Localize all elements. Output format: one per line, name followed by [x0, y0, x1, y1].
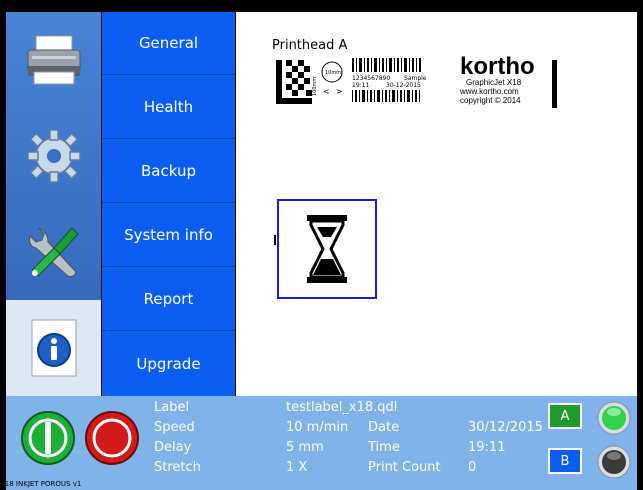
stretch-key: Stretch: [154, 460, 201, 475]
brand-logo: kortho: [460, 53, 535, 80]
info-icon: [31, 319, 76, 377]
printer-icon: [27, 35, 80, 85]
start-button[interactable]: [20, 410, 76, 466]
menu-item-upgrade[interactable]: Upgrade: [102, 332, 235, 395]
menu-item-system-info[interactable]: System info: [102, 204, 235, 267]
speed-value: 10 m/min: [286, 420, 349, 435]
date-value: 30/12/2015: [468, 420, 543, 435]
label-key: Label: [154, 400, 190, 415]
brand-block: kortho GraphicJet X18 www.kortho.com cop…: [460, 53, 560, 112]
footer-caption: X18 INKJET POROUS v1: [0, 480, 82, 488]
delay-key: Delay: [154, 440, 192, 455]
menu-item-health[interactable]: Health: [102, 76, 235, 139]
barcode-bottom: [352, 90, 420, 102]
preview-sample: Sample: [404, 75, 427, 82]
time-value: 19:11: [468, 440, 506, 455]
date-key: Date: [368, 420, 400, 435]
brand-bar: [552, 60, 557, 108]
hourglass-icon: [307, 215, 347, 283]
icon-rail: [6, 12, 101, 396]
menu-item-backup[interactable]: Backup: [102, 140, 235, 203]
label-value: testlabel_x18.qdl: [286, 400, 398, 415]
tools-icon: [28, 227, 79, 277]
preview-time: 19:11: [352, 82, 369, 89]
label-preview: 100mm 10mm < > 1234567890 Sample 19:11 3…: [276, 58, 427, 104]
menu-item-general[interactable]: General: [102, 12, 235, 75]
print-count-key: Print Count: [368, 460, 441, 475]
gear-icon: [26, 129, 81, 183]
barcode-top: [352, 58, 421, 72]
preview-date: 30-12-2015: [386, 82, 421, 89]
arrow-left-glyph: <: [323, 87, 330, 96]
datamatrix-code: [276, 60, 312, 104]
content-panel: Printhead A 100mm 10mm < > 1234567890 Sa…: [236, 12, 637, 396]
menu-label: Upgrade: [136, 354, 201, 373]
brand-line2: www.kortho.com: [460, 87, 519, 96]
rail-item-printer[interactable]: [6, 12, 101, 108]
circle-dimension: 10mm: [325, 70, 341, 76]
vertical-dimension: 100mm: [312, 77, 318, 96]
rail-item-settings[interactable]: [6, 108, 101, 204]
menu-item-report[interactable]: Report: [102, 268, 235, 331]
arrow-right-glyph: >: [336, 87, 343, 96]
rail-item-info[interactable]: [6, 300, 101, 396]
busy-indicator: [277, 199, 377, 299]
menu-label: Health: [143, 98, 194, 116]
printhead-a-label: A: [560, 408, 570, 424]
menu-label: System info: [124, 226, 213, 244]
time-key: Time: [368, 440, 400, 455]
app-window: General Health Backup System info Report…: [0, 0, 643, 490]
brand-line1: GraphicJet X18: [466, 78, 522, 87]
printhead-a-button[interactable]: A: [548, 403, 582, 429]
indicator-b-led: [597, 445, 631, 479]
indicator-a-led: [597, 401, 631, 435]
rail-item-tools[interactable]: [6, 204, 101, 300]
cursor-mark: [274, 235, 276, 245]
menu-label: Report: [143, 290, 194, 308]
printhead-b-button[interactable]: B: [548, 448, 582, 474]
stretch-value: 1 X: [286, 460, 308, 475]
brand-line3: copyright © 2014: [460, 96, 521, 105]
preview-code: 1234567890: [352, 75, 390, 82]
side-menu: General Health Backup System info Report…: [102, 12, 235, 396]
delay-value: 5 mm: [286, 440, 324, 455]
print-count-value: 0: [468, 460, 477, 475]
printhead-b-label: B: [560, 453, 570, 469]
stop-button[interactable]: [84, 410, 140, 466]
menu-label: General: [138, 34, 199, 52]
speed-key: Speed: [154, 420, 195, 435]
printhead-title: Printhead A: [272, 38, 348, 53]
menu-label: Backup: [141, 162, 196, 180]
status-bar: Label Speed Delay Stretch testlabel_x18.…: [6, 396, 637, 490]
